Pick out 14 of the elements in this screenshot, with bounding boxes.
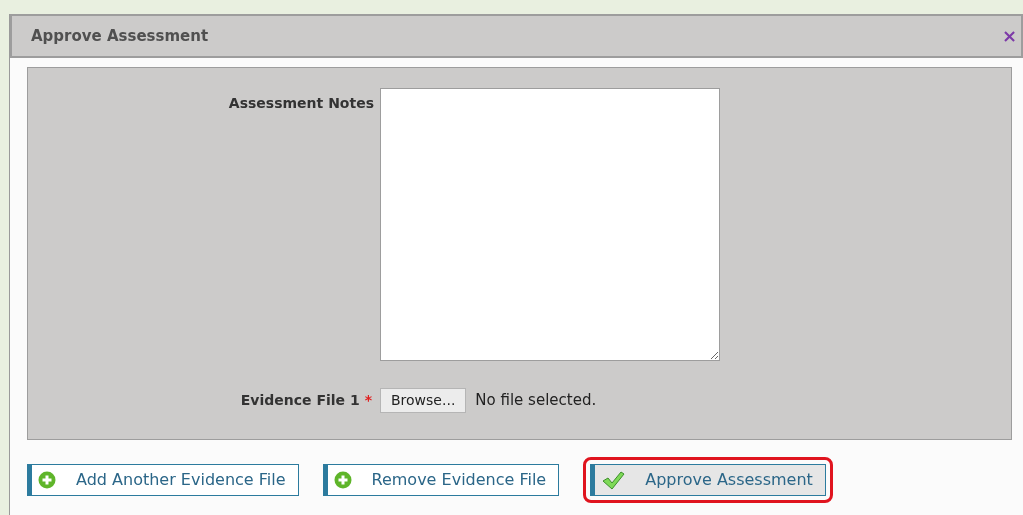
- notes-field[interactable]: [380, 88, 720, 361]
- action-button[interactable]: Remove Evidence File: [322, 464, 560, 496]
- notes-label: Assessment Notes: [227, 94, 375, 113]
- browse-button[interactable]: Browse...: [380, 388, 467, 413]
- action-button[interactable]: Add Another Evidence File: [27, 464, 299, 496]
- plus-icon: [38, 471, 56, 489]
- check-icon: [601, 470, 626, 490]
- dialog-title: Approve Assessment: [31, 25, 209, 47]
- action-button[interactable]: Approve Assessment: [590, 464, 826, 496]
- plus-icon: [333, 471, 352, 489]
- file-label: Evidence File 1: [240, 391, 360, 410]
- file-status: No file selected.: [475, 390, 597, 412]
- close-button[interactable]: ×: [1001, 27, 1017, 45]
- required-mark: *: [364, 391, 372, 410]
